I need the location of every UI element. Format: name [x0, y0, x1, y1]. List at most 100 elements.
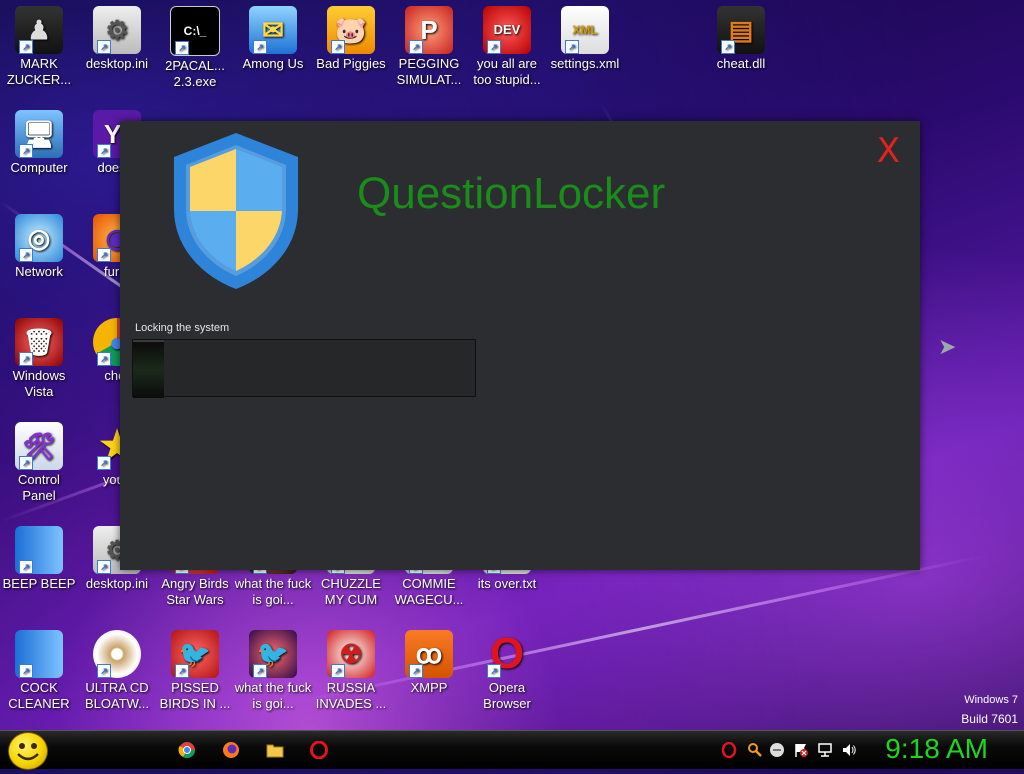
desktop-icon[interactable]: ⚙ ↗ desktop.ini	[78, 6, 156, 72]
desktop-icon-label: what the fuck is goi...	[234, 576, 312, 607]
desktop-icon-label: cheat.dll	[716, 56, 766, 71]
firefox-taskbar-icon[interactable]	[220, 739, 242, 761]
desktop-icon-label: settings.xml	[550, 56, 620, 71]
desktop-icon[interactable]: 🖥 ↗ Computer	[0, 110, 78, 176]
desktop-icon[interactable]: 🛠 ↗ Control Panel	[0, 422, 78, 504]
question-locker-window: QuestionLocker X Locking the system	[120, 121, 920, 570]
app-title: QuestionLocker	[357, 169, 666, 218]
start-button[interactable]	[8, 732, 48, 770]
desktop-icon[interactable]: ↗ BEEP BEEP	[0, 526, 78, 592]
shortcut-arrow-icon: ↗	[19, 144, 33, 158]
dev-cpp-icon: DEV ↗	[483, 6, 531, 54]
desktop-icon[interactable]: ↗ ULTRA CD BLOATW...	[78, 630, 156, 712]
shortcut-arrow-icon: ↗	[97, 40, 111, 54]
desktop-icon-label: PISSED BIRDS IN ...	[159, 680, 231, 711]
shortcut-arrow-icon: ↗	[253, 40, 267, 54]
angry-birds-icon: 🐦↗	[171, 630, 219, 678]
shortcut-arrow-icon: ↗	[487, 664, 501, 678]
blue-bar-icon: ↗	[15, 630, 63, 678]
close-button[interactable]: X	[877, 131, 900, 171]
cmd-exe-icon: C:\_ ↗	[170, 6, 220, 56]
desktop-icon-label: its over.txt	[477, 576, 537, 591]
desktop-icon-label: Bad Piggies	[316, 56, 386, 71]
desktop-icon[interactable]: DEV ↗ you all are too stupid...	[468, 6, 546, 88]
blue-bar-icon: ↗	[15, 526, 63, 574]
shortcut-arrow-icon: ↗	[97, 664, 111, 678]
desktop-icon[interactable]: ▤ ↗ cheat.dll	[702, 6, 780, 72]
search-tray-icon[interactable]	[744, 739, 766, 761]
shortcut-arrow-icon: ↗	[97, 248, 111, 262]
desktop-icon-label: MARK ZUCKER...	[6, 56, 72, 87]
desktop-icon[interactable]: ꝏ ↗ XMPP	[390, 630, 468, 696]
shortcut-arrow-icon: ↗	[253, 664, 267, 678]
shortcut-arrow-icon: ↗	[19, 664, 33, 678]
desktop-icon-label: Network	[15, 264, 63, 279]
action-center-flag-icon[interactable]	[790, 739, 812, 761]
network-icon: ◎ ↗	[15, 214, 63, 262]
volume-icon[interactable]	[838, 739, 860, 761]
windows-watermark-line2: Build 7601	[961, 712, 1018, 726]
desktop-icon-label: COCK CLEANER	[8, 680, 70, 711]
computer-icon: 🖥 ↗	[15, 110, 63, 158]
network-tray-icon[interactable]	[814, 739, 836, 761]
desktop-icon-label: desktop.ini	[85, 576, 149, 591]
taskbar-clock[interactable]: 9:18 AM	[885, 733, 988, 765]
chrome-taskbar-icon[interactable]	[176, 739, 198, 761]
desktop-icon[interactable]: ✉ ↗ Among Us	[234, 6, 312, 72]
desktop-icon[interactable]: 🗑 ↗ Windows Vista	[0, 318, 78, 400]
desktop-icon[interactable]: ☢ ↗ RUSSIA INVADES ...	[312, 630, 390, 712]
shortcut-arrow-icon: ↗	[565, 40, 579, 54]
desktop-icon[interactable]: 🐷 ↗ Bad Piggies	[312, 6, 390, 72]
desktop-icon-label: Among Us	[242, 56, 304, 71]
desktop-icon-label: desktop.ini	[85, 56, 149, 71]
desktop-icon[interactable]: XML ↗ settings.xml	[546, 6, 624, 72]
folder-taskbar-icon[interactable]	[264, 739, 286, 761]
desktop-icon[interactable]: 🐦 ↗ what the fuck is goi...	[234, 630, 312, 712]
desktop-icon[interactable]: O ↗ Opera Browser	[468, 630, 546, 712]
shield-icon	[174, 133, 298, 289]
desktop-icon[interactable]: 🐦 ↗ PISSED BIRDS IN ...	[156, 630, 234, 712]
bad-piggies-icon: 🐷 ↗	[327, 6, 375, 54]
desktop-icon-label: 2PACAL... 2.3.exe	[165, 58, 225, 89]
mark-zuckerberg-icon: ♟ ↗	[15, 6, 63, 54]
shortcut-arrow-icon: ↗	[175, 664, 189, 678]
desktop-icon[interactable]: ♟ ↗ MARK ZUCKER...	[0, 6, 78, 88]
shortcut-arrow-icon: ↗	[19, 248, 33, 262]
smiley-icon	[17, 743, 39, 761]
taskbar: 9:18 AM	[0, 730, 1024, 770]
desktop-icon-label: CHUZZLE MY CUM	[321, 576, 381, 607]
among-us-icon: ✉ ↗	[249, 6, 297, 54]
desktop-icon-label: Opera Browser	[483, 680, 531, 711]
desktop-icon[interactable]: ◎ ↗ Network	[0, 214, 78, 280]
radiation-icon: ☢ ↗	[327, 630, 375, 678]
desktop-icon-label: Computer	[10, 160, 68, 175]
shortcut-arrow-icon: ↗	[331, 664, 345, 678]
desktop-icon-label: BEEP BEEP	[2, 576, 76, 591]
recycle-bin-icon: 🗑 ↗	[15, 318, 63, 366]
xml-file-icon: XML ↗	[561, 6, 609, 54]
desktop-icon-label: what the fuck is goi...	[234, 680, 312, 711]
shortcut-arrow-icon: ↗	[721, 40, 735, 54]
pegging-icon: P ↗	[405, 6, 453, 54]
messenger-tray-icon[interactable]	[766, 739, 788, 761]
shortcut-arrow-icon: ↗	[97, 560, 111, 574]
progress-fill	[133, 340, 164, 398]
lock-progress-bar	[132, 339, 476, 398]
cursor-shortcut-icon[interactable]: ➤	[938, 334, 964, 360]
shortcut-arrow-icon: ↗	[409, 40, 423, 54]
desktop-icon[interactable]: ↗ COCK CLEANER	[0, 630, 78, 712]
control-panel-icon: 🛠 ↗	[15, 422, 63, 470]
xampp-icon: ꝏ ↗	[405, 630, 453, 678]
shortcut-arrow-icon: ↗	[19, 40, 33, 54]
opera-taskbar-icon[interactable]	[308, 739, 330, 761]
ini-file-icon: ⚙ ↗	[93, 6, 141, 54]
shortcut-arrow-icon: ↗	[19, 352, 33, 366]
opera-tray-icon[interactable]	[718, 739, 740, 761]
shortcut-arrow-icon: ↗	[19, 560, 33, 574]
desktop-icon-label: COMMIE WAGECU...	[394, 576, 464, 607]
desktop-icon[interactable]: P ↗ PEGGING SIMULAT...	[390, 6, 468, 88]
desktop-icon[interactable]: C:\_ ↗ 2PACAL... 2.3.exe	[156, 6, 234, 90]
desktop-icon-label: Angry Birds Star Wars	[161, 576, 229, 607]
shortcut-arrow-icon: ↗	[19, 456, 33, 470]
desktop-icon-label: XMPP	[410, 680, 448, 695]
